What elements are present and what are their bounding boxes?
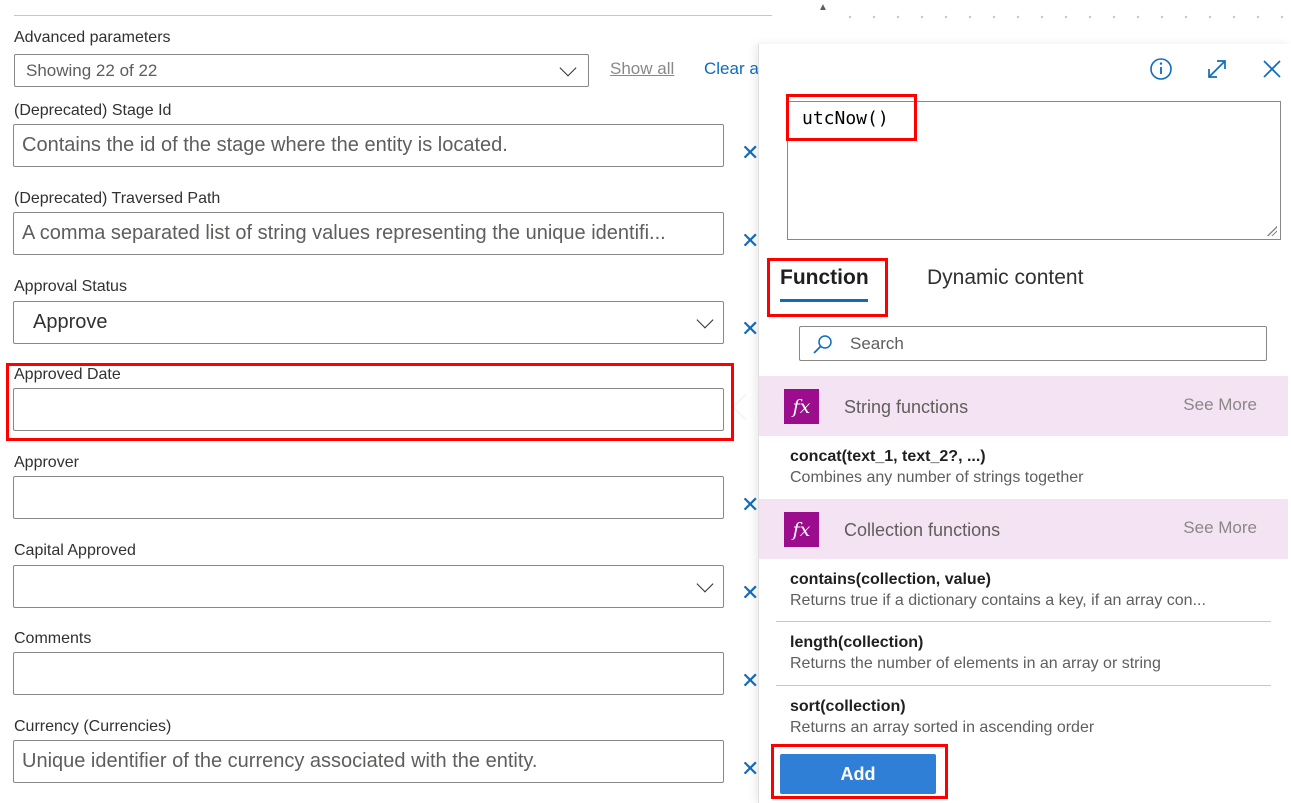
show-all-link[interactable]: Show all (610, 59, 674, 79)
close-icon[interactable] (1259, 56, 1285, 82)
function-description: Returns an array sorted in ascending ord… (790, 719, 1095, 736)
panel-pointer (734, 394, 760, 420)
remove-traversed-path-icon[interactable]: ✕ (741, 230, 759, 252)
field-label-approver: Approver (14, 454, 79, 471)
category-collection-functions[interactable]: fx Collection functions See More (759, 499, 1288, 559)
category-string-functions[interactable]: fx String functions See More (759, 376, 1288, 436)
function-search-input[interactable]: Search (799, 326, 1267, 361)
advanced-parameters-label: Advanced parameters (14, 29, 171, 46)
advanced-parameters-value: Showing 22 of 22 (26, 60, 158, 80)
tab-dynamic-content[interactable]: Dynamic content (927, 266, 1083, 290)
comments-input[interactable] (13, 652, 724, 695)
search-icon (813, 335, 832, 354)
field-label-traversed-path: (Deprecated) Traversed Path (14, 190, 221, 207)
active-tab-indicator (780, 299, 868, 302)
chevron-down-icon (696, 575, 714, 592)
remove-approver-icon[interactable]: ✕ (741, 494, 759, 516)
dotted-canvas-background (838, 10, 1291, 24)
list-divider (776, 621, 1271, 622)
category-name: Collection functions (844, 520, 1001, 540)
function-item-contains[interactable]: contains(collection, value) Returns true… (790, 571, 1270, 610)
clear-all-link[interactable]: Clear a (704, 59, 759, 79)
expression-editor-panel: utcNow() Function Dynamic content Search… (758, 44, 1291, 803)
traversed-path-input[interactable]: A comma separated list of string values … (13, 212, 724, 255)
function-name: sort(collection) (790, 698, 906, 715)
expression-textarea[interactable]: utcNow() (787, 101, 1281, 240)
function-description: Returns true if a dictionary contains a … (790, 592, 1206, 609)
category-name: String functions (844, 397, 969, 417)
field-label-stage-id: (Deprecated) Stage Id (14, 102, 172, 119)
advanced-parameters-select[interactable]: Showing 22 of 22 (14, 54, 589, 87)
expression-text: utcNow() (802, 108, 889, 129)
capital-approved-select[interactable] (13, 565, 724, 608)
info-icon[interactable] (1148, 56, 1174, 82)
top-divider (14, 15, 772, 16)
approval-status-value: Approve (33, 311, 108, 333)
approved-date-input[interactable] (13, 388, 724, 431)
remove-stage-id-icon[interactable]: ✕ (741, 142, 759, 164)
field-label-approved-date: Approved Date (14, 366, 121, 383)
approval-status-select[interactable]: Approve (13, 301, 724, 344)
field-label-currency: Currency (Currencies) (14, 718, 172, 735)
add-button[interactable]: Add (780, 754, 936, 794)
function-name: contains(collection, value) (790, 571, 991, 588)
fx-icon: fx (784, 512, 819, 547)
tab-function[interactable]: Function (780, 266, 869, 290)
expand-icon[interactable] (1204, 56, 1230, 82)
list-divider (776, 685, 1271, 686)
remove-currency-icon[interactable]: ✕ (741, 758, 759, 780)
fx-icon: fx (784, 389, 819, 424)
see-more-link[interactable]: See More (1183, 518, 1257, 538)
approver-input[interactable] (13, 476, 724, 519)
remove-comments-icon[interactable]: ✕ (741, 670, 759, 692)
field-label-comments: Comments (14, 630, 92, 647)
function-item-concat[interactable]: concat(text_1, text_2?, ...) Combines an… (790, 448, 1270, 487)
chevron-down-icon (696, 311, 714, 328)
function-description: Returns the number of elements in an arr… (790, 655, 1161, 672)
function-name: length(collection) (790, 634, 924, 651)
see-more-link[interactable]: See More (1183, 395, 1257, 415)
remove-capital-approved-icon[interactable]: ✕ (741, 582, 759, 604)
search-placeholder: Search (850, 333, 904, 353)
field-label-approval-status: Approval Status (14, 278, 127, 295)
field-label-capital-approved: Capital Approved (14, 542, 136, 559)
function-name: concat(text_1, text_2?, ...) (790, 448, 986, 465)
function-description: Combines any number of strings together (790, 469, 1084, 486)
function-item-sort[interactable]: sort(collection) Returns an array sorted… (790, 698, 1270, 737)
scroll-up-arrow-icon[interactable]: ▲ (818, 2, 828, 13)
stage-id-input[interactable]: Contains the id of the stage where the e… (13, 124, 724, 167)
currency-input[interactable]: Unique identifier of the currency associ… (13, 740, 724, 783)
remove-approval-status-icon[interactable]: ✕ (741, 318, 759, 340)
function-item-length[interactable]: length(collection) Returns the number of… (790, 634, 1270, 673)
resize-handle-icon[interactable] (1267, 226, 1277, 236)
chevron-down-icon (559, 59, 577, 76)
